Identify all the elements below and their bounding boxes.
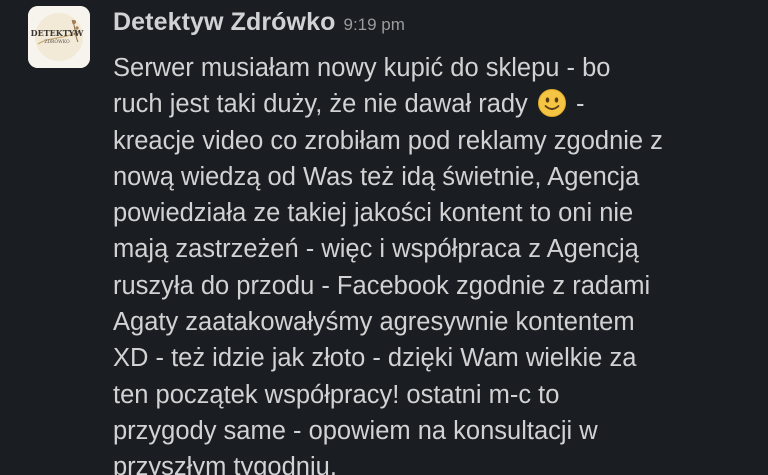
brand-logo-icon: DETEKTYW ZDRÓWKO	[28, 6, 90, 68]
message-line: ruch jest taki duży, że nie dawał rady -	[113, 86, 753, 122]
message-line: ten początek współpracy! ostatni m-c to	[113, 380, 560, 409]
message-line: Agaty zaatakowałyśmy agresywnie kontente…	[113, 308, 635, 337]
brand-logo-text: DETEKTYW	[31, 28, 85, 38]
avatar[interactable]: DETEKTYW ZDRÓWKO	[28, 6, 90, 68]
message-line: Serwer musiałam nowy kupić do sklepu - b…	[113, 54, 611, 82]
message-body: Serwer musiałam nowy kupić do sklepu - b…	[113, 50, 753, 475]
message-text: -	[576, 90, 585, 119]
message-line: przygody same - opowiem na konsultacji w	[113, 416, 598, 445]
timestamp[interactable]: 9:19 pm	[343, 15, 404, 35]
message-text: ruch jest taki duży, że nie dawał rady	[113, 90, 528, 119]
message: DETEKTYW ZDRÓWKO Detektyw Zdrówko 9:19 p…	[0, 0, 768, 475]
slightly-smiling-face-emoji[interactable]	[537, 88, 567, 118]
message-line: ruszyła do przodu - Facebook zgodnie z r…	[113, 271, 651, 300]
message-line: mają zastrzeżeń - więc i współpraca z Ag…	[113, 235, 639, 264]
author-name[interactable]: Detektyw Zdrówko	[113, 8, 335, 37]
message-line: powiedziała ze takiej jakości kontent to…	[113, 199, 634, 228]
message-line: przyszłym tygodniu.	[113, 453, 337, 475]
message-header: Detektyw Zdrówko 9:19 pm	[113, 8, 405, 42]
message-line: kreacje video co zrobiłam pod reklamy zg…	[113, 126, 663, 155]
message-line: nową wiedzą od Was też idą świetnie, Age…	[113, 162, 640, 191]
message-line: XD - też idzie jak złoto - dzięki Wam wi…	[113, 344, 637, 373]
